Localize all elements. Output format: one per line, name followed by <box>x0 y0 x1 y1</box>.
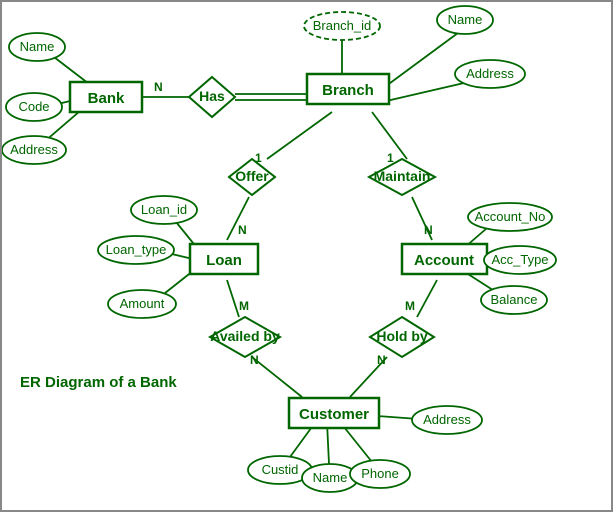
svg-text:Account: Account <box>414 252 474 269</box>
svg-text:Has: Has <box>199 88 225 104</box>
svg-text:Offer: Offer <box>235 168 269 184</box>
attr-bank-code: Code <box>6 93 62 121</box>
attr-loan-type: Loan_type <box>98 236 174 264</box>
relation-offer: Offer <box>229 159 275 195</box>
svg-text:Name: Name <box>313 470 348 485</box>
svg-text:Availed by: Availed by <box>210 328 280 344</box>
svg-text:Address: Address <box>10 142 58 157</box>
svg-text:Loan: Loan <box>206 252 242 269</box>
svg-text:Hold by: Hold by <box>376 328 428 344</box>
attr-acc-type: Acc_Type <box>484 246 556 274</box>
svg-text:N: N <box>250 353 259 367</box>
attr-bank-name: Name <box>9 33 65 61</box>
svg-text:Custid: Custid <box>262 462 299 477</box>
attr-branch-id: Branch_id <box>304 12 380 40</box>
svg-text:M: M <box>239 299 249 313</box>
entity-customer: Customer <box>289 398 379 428</box>
entity-loan: Loan <box>190 244 258 274</box>
svg-text:Branch: Branch <box>322 82 374 99</box>
svg-text:Address: Address <box>466 66 514 81</box>
attr-account-no: Account_No <box>468 203 552 231</box>
svg-text:Loan_id: Loan_id <box>141 202 187 217</box>
diagram-label: ER Diagram of a Bank <box>20 374 177 391</box>
svg-text:Loan_type: Loan_type <box>106 242 167 257</box>
attr-branch-name: Name <box>437 6 493 34</box>
svg-text:Account_No: Account_No <box>475 209 546 224</box>
entity-account: Account <box>402 244 487 274</box>
entity-bank: Bank <box>70 82 142 112</box>
svg-text:Customer: Customer <box>299 406 369 423</box>
svg-text:Maintain: Maintain <box>374 168 431 184</box>
svg-text:Name: Name <box>20 39 55 54</box>
svg-text:Code: Code <box>18 99 49 114</box>
relation-maintain: Maintain <box>369 159 435 195</box>
attr-loan-amount: Amount <box>108 290 176 318</box>
attr-balance: Balance <box>481 286 547 314</box>
relation-has: Has <box>189 77 235 117</box>
svg-text:N: N <box>424 223 433 237</box>
attr-customer-address: Address <box>412 406 482 434</box>
svg-text:Address: Address <box>423 412 471 427</box>
svg-text:M: M <box>405 299 415 313</box>
svg-text:Bank: Bank <box>88 90 125 107</box>
relation-hold-by: Hold by <box>370 317 434 357</box>
relation-availed-by: Availed by <box>210 317 280 357</box>
svg-text:Acc_Type: Acc_Type <box>491 252 548 267</box>
svg-text:Branch_id: Branch_id <box>313 18 372 33</box>
svg-text:N: N <box>154 80 163 94</box>
svg-text:N: N <box>377 353 386 367</box>
svg-text:Phone: Phone <box>361 466 399 481</box>
entity-branch: Branch <box>307 74 389 104</box>
svg-text:N: N <box>238 223 247 237</box>
attr-bank-address: Address <box>2 136 66 164</box>
attr-loan-id: Loan_id <box>131 196 197 224</box>
attr-branch-address: Address <box>455 60 525 88</box>
attr-customer-name: Name <box>302 464 358 492</box>
svg-text:Name: Name <box>448 12 483 27</box>
attr-customer-phone: Phone <box>350 460 410 488</box>
svg-text:Amount: Amount <box>120 296 165 311</box>
svg-text:Balance: Balance <box>491 292 538 307</box>
